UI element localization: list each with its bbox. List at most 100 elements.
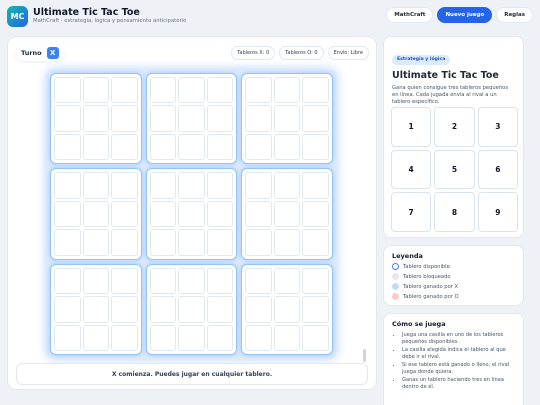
board-cell[interactable] xyxy=(54,105,81,132)
board-cell[interactable] xyxy=(245,267,272,295)
board-cell[interactable] xyxy=(178,133,205,161)
board-cell[interactable] xyxy=(273,296,301,323)
board-cell[interactable] xyxy=(206,105,234,132)
board-cell[interactable] xyxy=(206,200,234,228)
board-cell[interactable] xyxy=(245,105,272,132)
board-cell[interactable] xyxy=(54,200,81,228)
board-cell[interactable] xyxy=(273,200,301,228)
board-cell[interactable] xyxy=(245,324,272,351)
board-cell[interactable] xyxy=(273,133,301,161)
board-cell[interactable] xyxy=(302,229,329,256)
board-cell[interactable] xyxy=(302,267,329,295)
board-cell[interactable] xyxy=(206,296,234,323)
board-cell[interactable] xyxy=(178,229,205,256)
rules-button[interactable]: Reglas xyxy=(496,7,533,23)
board-cell[interactable] xyxy=(302,172,329,199)
board-cell[interactable] xyxy=(111,133,138,161)
board-cell[interactable] xyxy=(111,296,138,323)
board-cell[interactable] xyxy=(149,172,177,199)
board-cell[interactable] xyxy=(82,105,110,132)
board-cell[interactable] xyxy=(54,324,81,351)
board-cell[interactable] xyxy=(149,229,177,256)
board-cell[interactable] xyxy=(302,324,329,351)
board-cell[interactable] xyxy=(302,200,329,228)
scrollbar-thumb[interactable] xyxy=(363,349,366,362)
board-cell[interactable] xyxy=(245,172,272,199)
board-cell[interactable] xyxy=(178,267,205,295)
board-cell[interactable] xyxy=(82,229,110,256)
board-cell[interactable] xyxy=(149,105,177,132)
small-board-7[interactable] xyxy=(50,263,142,355)
board-cell[interactable] xyxy=(302,296,329,323)
board-cell[interactable] xyxy=(206,77,234,104)
sidebar: Estrategia y lógica Ultimate Tic Tac Toe… xyxy=(383,36,528,405)
board-cell[interactable] xyxy=(111,77,138,104)
board-cell[interactable] xyxy=(206,267,234,295)
board-cell[interactable] xyxy=(54,133,81,161)
board-cell[interactable] xyxy=(273,229,301,256)
board-cell[interactable] xyxy=(82,200,110,228)
board-cell[interactable] xyxy=(82,133,110,161)
new-game-button[interactable]: Nuevo juego xyxy=(437,7,493,23)
board-cell[interactable] xyxy=(245,77,272,104)
small-board-6[interactable] xyxy=(241,168,333,260)
legend-title: Leyenda xyxy=(392,252,423,260)
board-cell[interactable] xyxy=(54,267,81,295)
board-cell[interactable] xyxy=(111,172,138,199)
board-cell[interactable] xyxy=(273,77,301,104)
board-cell[interactable] xyxy=(149,267,177,295)
board-cell[interactable] xyxy=(206,229,234,256)
board-cell[interactable] xyxy=(245,133,272,161)
board-cell[interactable] xyxy=(82,172,110,199)
board-cell[interactable] xyxy=(54,296,81,323)
small-board-9[interactable] xyxy=(241,263,333,355)
app-subtitle: MathCraft · estrategia, lógica y pensami… xyxy=(33,18,187,24)
small-board-8[interactable] xyxy=(145,263,238,355)
board-cell[interactable] xyxy=(302,133,329,161)
board-cell[interactable] xyxy=(245,229,272,256)
board-cell[interactable] xyxy=(149,133,177,161)
board-cell[interactable] xyxy=(245,200,272,228)
board-cell[interactable] xyxy=(273,267,301,295)
board-cell[interactable] xyxy=(82,324,110,351)
board-cell[interactable] xyxy=(273,105,301,132)
board-cell[interactable] xyxy=(178,200,205,228)
board-cell[interactable] xyxy=(111,229,138,256)
board-cell[interactable] xyxy=(178,296,205,323)
board-cell[interactable] xyxy=(178,77,205,104)
small-board-2[interactable] xyxy=(145,73,238,165)
small-board-3[interactable] xyxy=(241,73,333,165)
board-cell[interactable] xyxy=(206,133,234,161)
board-cell[interactable] xyxy=(149,77,177,104)
board-cell[interactable] xyxy=(206,172,234,199)
board-cell[interactable] xyxy=(302,77,329,104)
board-cell[interactable] xyxy=(54,77,81,104)
board-cell[interactable] xyxy=(149,296,177,323)
board-cell[interactable] xyxy=(206,324,234,351)
board-cell[interactable] xyxy=(149,200,177,228)
mathcraft-button[interactable]: MathCraft xyxy=(386,7,434,23)
small-board-5[interactable] xyxy=(145,168,238,260)
board-cell[interactable] xyxy=(302,105,329,132)
sidebar-title: Ultimate Tic Tac Toe xyxy=(392,70,499,81)
board-cell[interactable] xyxy=(111,105,138,132)
board-cell[interactable] xyxy=(245,296,272,323)
board-cell[interactable] xyxy=(54,229,81,256)
board-cell[interactable] xyxy=(178,105,205,132)
board-cell[interactable] xyxy=(273,172,301,199)
board-cell[interactable] xyxy=(54,172,81,199)
board-cell[interactable] xyxy=(178,324,205,351)
board-cell[interactable] xyxy=(273,324,301,351)
board-cell[interactable] xyxy=(111,200,138,228)
small-board-4[interactable] xyxy=(50,168,142,260)
board-cell[interactable] xyxy=(111,324,138,351)
turn-player-badge: X xyxy=(46,47,59,59)
board-cell[interactable] xyxy=(111,267,138,295)
board-cell[interactable] xyxy=(82,296,110,323)
small-board-1[interactable] xyxy=(50,73,142,165)
board-cell[interactable] xyxy=(178,172,205,199)
board-cell[interactable] xyxy=(82,77,110,104)
map-board-8: 8 xyxy=(434,192,475,232)
board-cell[interactable] xyxy=(82,267,110,295)
board-cell[interactable] xyxy=(149,324,177,351)
